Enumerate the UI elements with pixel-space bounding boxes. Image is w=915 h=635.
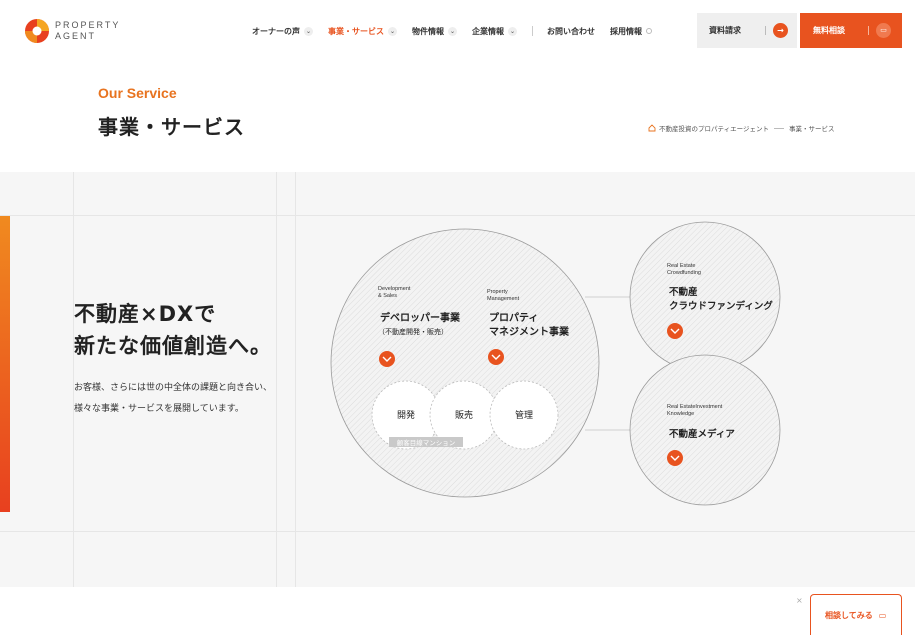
external-link-icon — [646, 28, 652, 34]
logo-text: PROPERTY AGENT — [55, 20, 120, 42]
hero-description-line1: お客様、さらには世の中全体の課題と向き合い、 — [74, 383, 273, 393]
sub-label-sales: 販売 — [455, 409, 473, 421]
button-divider — [765, 26, 766, 35]
tag-label: 顧客目線マンション — [397, 438, 456, 447]
chevron-down-icon: ⌄ — [388, 26, 397, 36]
nav-link-label: 採用情報 — [610, 26, 642, 36]
chevron-down-icon: ⌄ — [508, 26, 517, 36]
crowd-jp-label-2: クラウドファンディング — [669, 300, 773, 312]
pm-jp-label-1: プロパティ — [489, 311, 538, 324]
page-eyebrow: Our Service — [98, 85, 177, 101]
media-en-label-2: Knowledge — [667, 411, 694, 417]
sub-label-development: 開発 — [397, 409, 415, 421]
breadcrumb-separator — [773, 127, 784, 129]
free-consultation-button[interactable]: 無料相談 ▭ — [800, 13, 902, 48]
nav-item-properties[interactable]: 物件情報 ⌄ — [412, 26, 457, 37]
sub-circle-management: 管理 — [489, 380, 559, 450]
hero-description: お客様、さらには世の中全体の課題と向き合い、 様々な事業・サービスを展開していま… — [74, 378, 272, 420]
page-bottom — [0, 587, 915, 635]
media-jp-label: 不動産メディア — [669, 428, 735, 440]
logo-text-line2: AGENT — [55, 31, 97, 41]
chat-bubble-icon: ▭ — [876, 23, 891, 38]
button-divider — [868, 26, 869, 35]
request-documents-button[interactable]: 資料請求 → — [697, 13, 797, 48]
request-documents-label: 資料請求 — [709, 26, 741, 35]
tag-customer-oriented: 顧客目線マンション — [389, 437, 463, 447]
crowd-jp-label-1: 不動産 — [669, 286, 698, 298]
logo-mark-icon — [25, 19, 49, 43]
crowd-chevron-button[interactable] — [667, 323, 683, 339]
logo[interactable]: PROPERTY AGENT — [24, 16, 124, 46]
chat-bubble-icon: ▭ — [878, 610, 887, 620]
logo-text-line1: PROPERTY — [55, 20, 121, 30]
dev-en-label-2: & Sales — [378, 293, 397, 299]
main-nav: オーナーの声 ⌄ 事業・サービス ⌄ 物件情報 ⌄ 企業情報 ⌄ お問い合わせ … — [252, 22, 667, 40]
nav-item-services[interactable]: 事業・サービス ⌄ — [328, 26, 397, 37]
close-icon[interactable]: × — [796, 596, 803, 605]
nav-item-company[interactable]: 企業情報 ⌄ — [472, 26, 517, 37]
hero-headline-line1: 不動産×DXで — [74, 302, 217, 326]
crowdfunding-circle: Real Estate Crowdfunding 不動産 クラウドファンディング — [629, 221, 781, 373]
sub-label-management: 管理 — [515, 409, 533, 421]
hero-headline-line2: 新たな価値創造へ。 — [74, 334, 272, 358]
nav-link-label: お問い合わせ — [547, 26, 595, 36]
crowd-en-label-2: Crowdfunding — [667, 270, 701, 276]
dev-jp-label-1: デベロッパー事業 — [380, 311, 461, 324]
media-chevron-button[interactable] — [667, 450, 683, 466]
chevron-down-icon: ⌄ — [304, 26, 313, 36]
media-circle: Real EstateInvestment Knowledge 不動産メディア — [629, 354, 781, 506]
pm-chevron-button[interactable] — [488, 349, 504, 365]
free-consultation-label: 無料相談 — [813, 26, 845, 35]
hero-description-line2: 様々な事業・サービスを展開しています。 — [74, 404, 244, 414]
breadcrumb: 不動産投資のプロパティエージェント 事業・サービス — [648, 123, 834, 133]
grid-line — [276, 172, 277, 587]
nav-link-recruit[interactable]: 採用情報 — [610, 26, 652, 37]
nav-item-owner-voice[interactable]: オーナーの声 ⌄ — [252, 26, 313, 37]
pm-en-label-1: Property — [487, 289, 508, 295]
chevron-down-icon: ⌄ — [448, 26, 457, 36]
nav-item-label: 事業・サービス — [328, 26, 384, 36]
nav-item-label: オーナーの声 — [252, 26, 300, 36]
nav-item-label: 企業情報 — [472, 26, 504, 36]
home-icon[interactable] — [648, 124, 656, 132]
grid-line — [295, 172, 296, 587]
dev-jp-label-2: （不動産開発・販売） — [378, 327, 448, 336]
dev-chevron-button[interactable] — [379, 351, 395, 367]
main-business-circle: Development & Sales デベロッパー事業 （不動産開発・販売） … — [330, 228, 600, 498]
crowd-en-label-1: Real Estate — [667, 263, 695, 269]
nav-link-contact[interactable]: お問い合わせ — [547, 26, 595, 37]
site-header: PROPERTY AGENT オーナーの声 ⌄ 事業・サービス ⌄ 物件情報 ⌄… — [0, 0, 915, 62]
breadcrumb-item-current: 事業・サービス — [788, 125, 835, 133]
grid-line — [0, 531, 915, 532]
breadcrumb-item-home[interactable]: 不動産投資のプロパティエージェント — [659, 123, 769, 133]
nav-item-label: 物件情報 — [412, 26, 444, 36]
pm-en-label-2: Management — [487, 296, 520, 302]
service-diagram: Development & Sales デベロッパー事業 （不動産開発・販売） … — [330, 221, 781, 506]
accent-bar — [0, 216, 10, 512]
media-en-label-1: Real EstateInvestment — [667, 404, 723, 410]
arrow-right-icon: → — [773, 23, 788, 38]
nav-divider — [532, 26, 533, 36]
floating-consult-label: 相談してみる — [825, 610, 873, 620]
dev-en-label-1: Development — [378, 286, 411, 292]
pm-jp-label-2: マネジメント事業 — [489, 325, 570, 338]
hero-headline: 不動産×DXで 新たな価値創造へ。 — [74, 298, 272, 362]
floating-consult-button[interactable]: 相談してみる ▭ — [810, 594, 902, 635]
page-title: 事業・サービス — [98, 115, 245, 139]
